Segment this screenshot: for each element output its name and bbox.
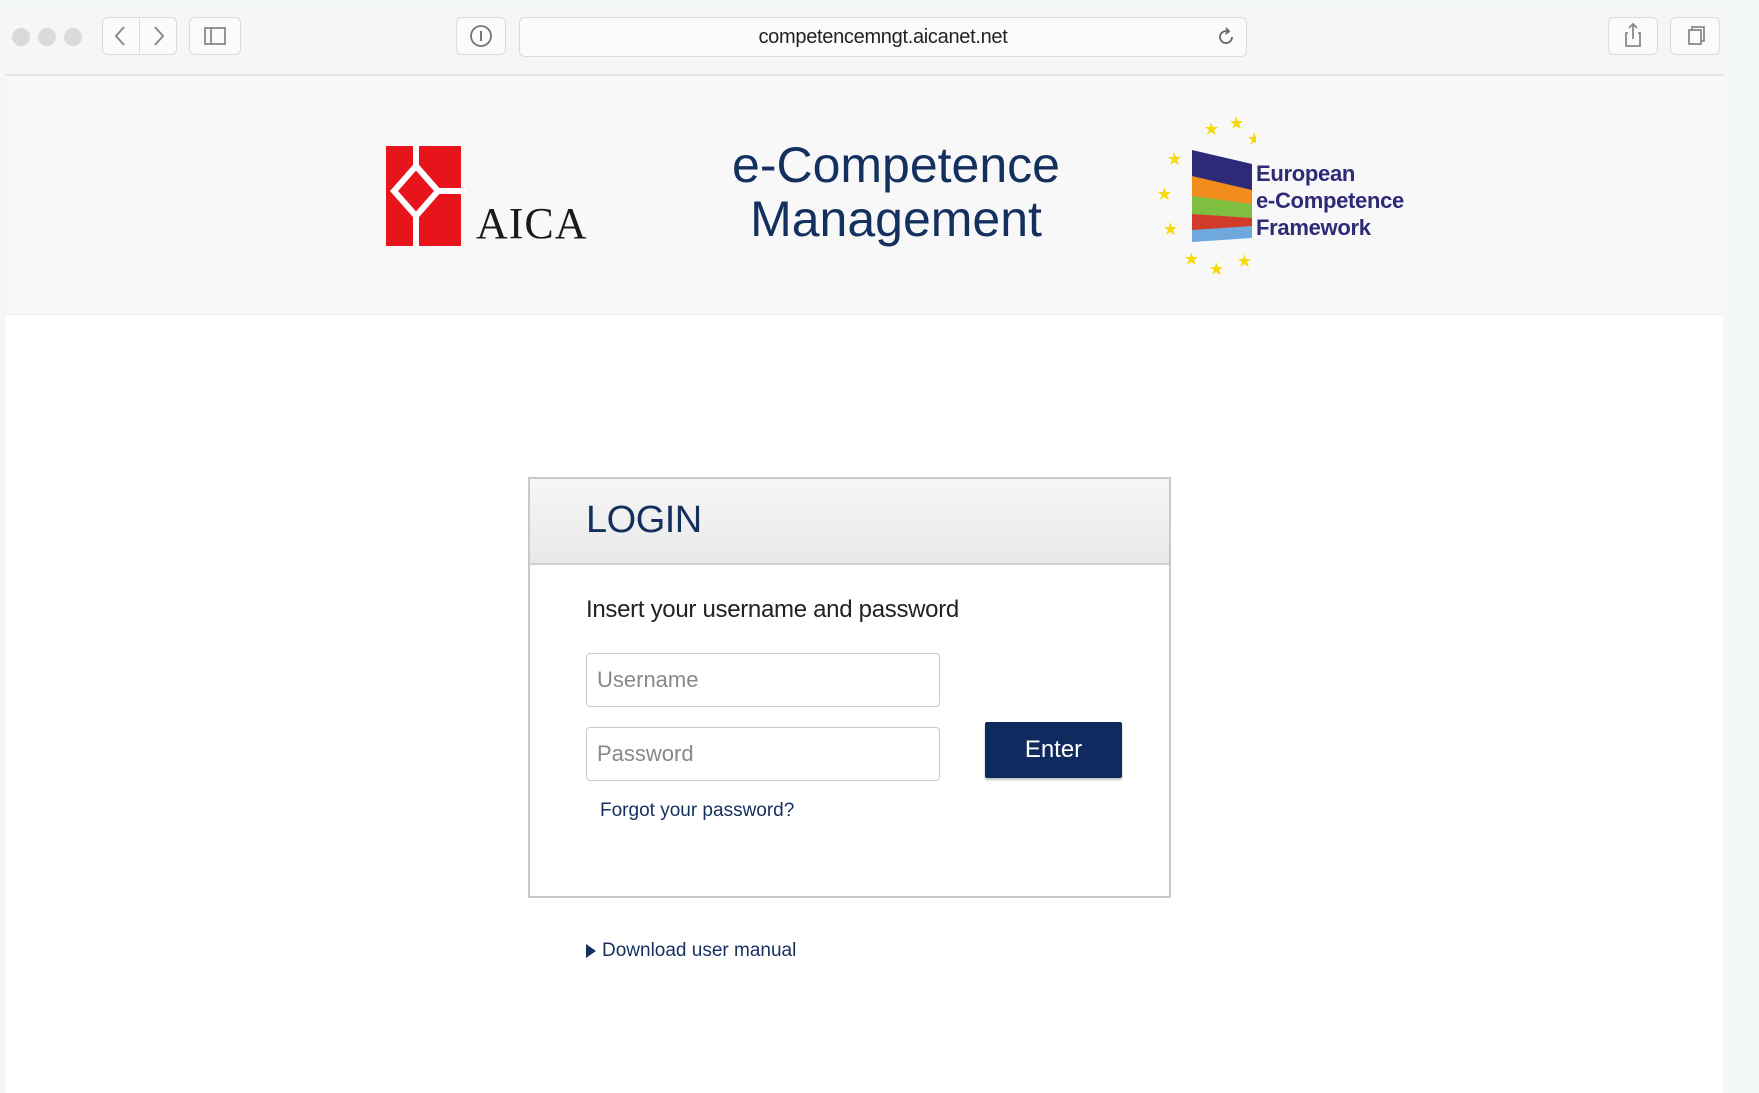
browser-toolbar: competencemngt.aicanet.net	[6, 6, 1723, 76]
share-icon	[1625, 22, 1641, 47]
username-input[interactable]	[586, 653, 940, 707]
login-panel: LOGIN Insert your username and password …	[528, 477, 1171, 898]
tabs-button[interactable]	[1670, 17, 1720, 55]
triangle-right-icon	[586, 943, 596, 958]
password-input[interactable]	[586, 727, 940, 781]
ecf-line-2: e-Competence	[1256, 188, 1404, 213]
chevron-right-icon	[154, 26, 165, 46]
login-panel-header: LOGIN	[530, 479, 1169, 565]
site-header: AICA e-Competence Management European e-…	[6, 76, 1723, 315]
back-button[interactable]	[102, 17, 140, 55]
zoom-window-dot[interactable]	[64, 28, 82, 46]
forgot-password-link[interactable]: Forgot your password?	[600, 800, 794, 822]
browser-window: competencemngt.aicanet.net AICA e-Compet…	[6, 6, 1723, 1093]
site-title-line1: e-Competence	[732, 137, 1060, 193]
download-manual-link[interactable]: Download user manual	[586, 940, 796, 962]
minimize-window-dot[interactable]	[38, 28, 56, 46]
info-icon	[470, 25, 492, 47]
tabs-icon	[1688, 26, 1705, 45]
share-button[interactable]	[1608, 17, 1658, 55]
aica-logo-text: AICA	[476, 199, 588, 248]
aica-logo-icon[interactable]	[386, 146, 466, 246]
address-bar[interactable]: competencemngt.aicanet.net	[519, 17, 1247, 57]
enter-button[interactable]: Enter	[985, 722, 1122, 778]
ecf-line-3: Framework	[1256, 215, 1371, 240]
sidebar-icon	[204, 27, 226, 45]
site-title: e-Competence Management	[706, 138, 1086, 246]
site-info-button[interactable]	[456, 17, 506, 55]
ecf-logo-text: European e-Competence Framework	[1256, 160, 1404, 241]
reload-icon[interactable]	[1214, 25, 1238, 49]
sidebar-toggle-button[interactable]	[189, 17, 241, 55]
close-window-dot[interactable]	[12, 28, 30, 46]
site-title-line2: Management	[750, 191, 1042, 247]
forward-button[interactable]	[139, 17, 177, 55]
ecf-logo-icon[interactable]	[1156, 112, 1256, 282]
download-manual-label: Download user manual	[602, 940, 797, 961]
ecf-line-1: European	[1256, 161, 1356, 186]
login-title: LOGIN	[586, 499, 702, 541]
chevron-left-icon	[114, 26, 125, 46]
url-text: competencemngt.aicanet.net	[758, 26, 1008, 48]
login-instruction: Insert your username and password	[586, 596, 959, 623]
